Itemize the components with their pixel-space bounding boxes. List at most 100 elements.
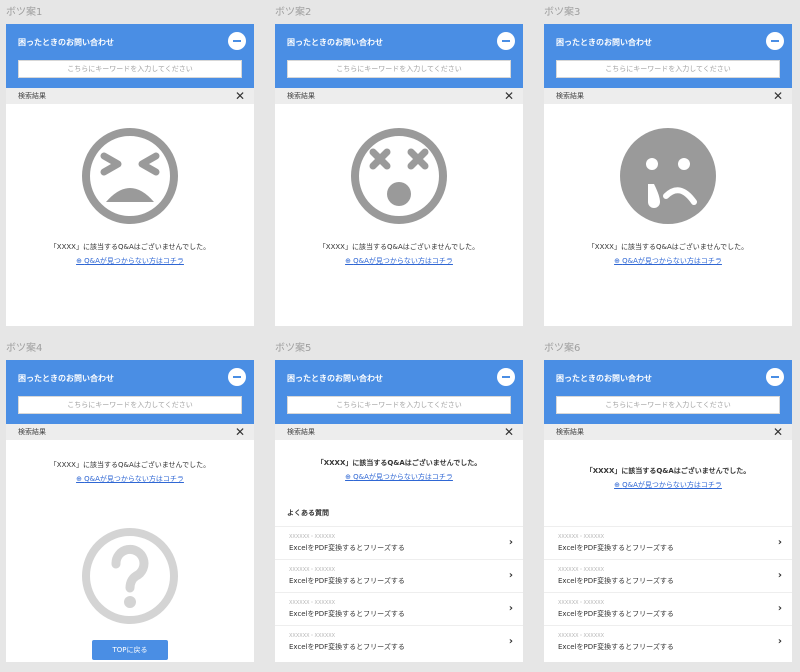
help-link-label: Q&Aが見つからない方はコチラ — [84, 257, 184, 265]
results-bar: 検索結果 ✕ — [544, 88, 792, 104]
results-label: 検索結果 — [18, 428, 46, 436]
chevron-right-icon: › — [508, 570, 513, 581]
header-title: 困ったときのお問い合わせ — [287, 38, 383, 47]
results-bar: 検索結果 ✕ — [6, 424, 254, 440]
chevron-right-icon: › — [777, 570, 782, 581]
minimize-button[interactable] — [766, 368, 784, 386]
search-input[interactable] — [556, 60, 780, 78]
faq-category: XXXXXX・XXXXXX — [289, 567, 336, 573]
faq-question: ExcelをPDF変換するとフリーズする — [558, 610, 674, 618]
question-circle-icon — [82, 528, 178, 624]
faq-item[interactable]: XXXXXX・XXXXXX ExcelをPDF変換するとフリーズする › — [275, 592, 523, 625]
help-link-label: Q&Aが見つからない方はコチラ — [353, 257, 453, 265]
faq-category: XXXXXX・XXXXXX — [558, 534, 605, 540]
faq-item[interactable]: XXXXXX・XXXXXX ExcelをPDF変換するとフリーズする › — [544, 526, 792, 559]
search-input[interactable] — [287, 60, 511, 78]
help-link[interactable]: ⊕ Q&Aが見つからない方はコチラ — [544, 256, 792, 266]
help-link[interactable]: ⊕ Q&Aが見つからない方はコチラ — [544, 480, 792, 490]
variant-title: ボツ案6 — [544, 343, 581, 354]
header-title: 困ったときのお問い合わせ — [18, 374, 114, 383]
help-link-label: Q&Aが見つからない方はコチラ — [84, 475, 184, 483]
search-input[interactable] — [556, 396, 780, 414]
chat-widget: 困ったときのお問い合わせ 検索結果 ✕ 「XXXX」に該当するQ&Aはございませ… — [275, 24, 523, 326]
faq-question: ExcelをPDF変換するとフリーズする — [289, 544, 405, 552]
no-result-message: 「XXXX」に該当するQ&Aはございませんでした。 — [49, 243, 211, 251]
help-link[interactable]: ⊕ Q&Aが見つからない方はコチラ — [275, 472, 523, 482]
faq-category: XXXXXX・XXXXXX — [289, 600, 336, 606]
chevron-right-icon: › — [777, 603, 782, 614]
variant-title: ボツ案1 — [6, 7, 43, 18]
faq-item[interactable]: XXXXXX・XXXXXX ExcelをPDF変換するとフリーズする › — [275, 625, 523, 658]
close-icon[interactable]: ✕ — [235, 425, 245, 439]
results-label: 検索結果 — [18, 92, 46, 100]
help-link[interactable]: ⊕ Q&Aが見つからない方はコチラ — [6, 256, 254, 266]
faq-category: XXXXXX・XXXXXX — [289, 633, 336, 639]
faq-question: ExcelをPDF変換するとフリーズする — [289, 610, 405, 618]
help-link-label: Q&Aが見つからない方はコチラ — [353, 473, 453, 481]
faq-item[interactable]: XXXXXX・XXXXXX ExcelをPDF変換するとフリーズする › — [275, 559, 523, 592]
header-title: 困ったときのお問い合わせ — [18, 38, 114, 47]
faq-question: ExcelをPDF変換するとフリーズする — [289, 643, 405, 651]
widget-header: 困ったときのお問い合わせ — [275, 24, 523, 88]
variant-title: ボツ案5 — [275, 343, 312, 354]
chat-widget: 困ったときのお問い合わせ 検索結果 ✕ 「XXXX」に該当するQ&Aはございませ… — [275, 360, 523, 662]
results-bar: 検索結果 ✕ — [544, 424, 792, 440]
results-bar: 検索結果 ✕ — [275, 424, 523, 440]
variant-title: ボツ案4 — [6, 343, 43, 354]
results-label: 検索結果 — [287, 428, 315, 436]
dizzy-face-icon — [351, 128, 447, 224]
header-title: 困ったときのお問い合わせ — [287, 374, 383, 383]
widget-header: 困ったときのお問い合わせ — [544, 360, 792, 424]
faq-question: ExcelをPDF変換するとフリーズする — [289, 577, 405, 585]
help-link-label: Q&Aが見つからない方はコチラ — [622, 481, 722, 489]
chevron-right-icon: › — [777, 636, 782, 647]
faq-item[interactable]: XXXXXX・XXXXXX ExcelをPDF変換するとフリーズする › — [275, 526, 523, 559]
results-label: 検索結果 — [556, 92, 584, 100]
chat-widget: 困ったときのお問い合わせ 検索結果 ✕ 「XXXX」に該当するQ&Aはございませ… — [6, 360, 254, 662]
faq-category: XXXXXX・XXXXXX — [558, 633, 605, 639]
help-link[interactable]: ⊕ Q&Aが見つからない方はコチラ — [275, 256, 523, 266]
results-bar: 検索結果 ✕ — [275, 88, 523, 104]
help-link-label: Q&Aが見つからない方はコチラ — [622, 257, 722, 265]
minimize-button[interactable] — [766, 32, 784, 50]
search-input[interactable] — [18, 396, 242, 414]
help-link[interactable]: ⊕ Q&Aが見つからない方はコチラ — [6, 474, 254, 484]
minimize-button[interactable] — [497, 368, 515, 386]
close-icon[interactable]: ✕ — [235, 89, 245, 103]
results-bar: 検索結果 ✕ — [6, 88, 254, 104]
results-label: 検索結果 — [556, 428, 584, 436]
minimize-button[interactable] — [228, 368, 246, 386]
close-icon[interactable]: ✕ — [773, 425, 783, 439]
results-label: 検索結果 — [287, 92, 315, 100]
chat-widget: 困ったときのお問い合わせ 検索結果 ✕ 「XXXX」に該当するQ&Aはございませ… — [544, 360, 792, 662]
faq-category: XXXXXX・XXXXXX — [289, 534, 336, 540]
faq-item[interactable]: XXXXXX・XXXXXX ExcelをPDF変換するとフリーズする › — [544, 592, 792, 625]
faq-category: XXXXXX・XXXXXX — [558, 600, 605, 606]
variant-title: ボツ案3 — [544, 7, 581, 18]
close-icon[interactable]: ✕ — [504, 425, 514, 439]
chevron-right-icon: › — [508, 603, 513, 614]
chevron-right-icon: › — [508, 537, 513, 548]
faq-item[interactable]: XXXXXX・XXXXXX ExcelをPDF変換するとフリーズする › — [544, 625, 792, 658]
search-input[interactable] — [287, 396, 511, 414]
crying-face-icon — [620, 128, 716, 224]
chevron-right-icon: › — [777, 537, 782, 548]
minimize-button[interactable] — [497, 32, 515, 50]
faq-question: ExcelをPDF変換するとフリーズする — [558, 643, 674, 651]
header-title: 困ったときのお問い合わせ — [556, 38, 652, 47]
widget-header: 困ったときのお問い合わせ — [275, 360, 523, 424]
close-icon[interactable]: ✕ — [504, 89, 514, 103]
close-icon[interactable]: ✕ — [773, 89, 783, 103]
minimize-button[interactable] — [228, 32, 246, 50]
no-result-message: 「XXXX」に該当するQ&Aはございませんでした。 — [318, 243, 480, 251]
no-result-message: 「XXXX」に該当するQ&Aはございませんでした。 — [585, 467, 751, 475]
back-to-top-button[interactable]: TOPに戻る — [92, 640, 168, 660]
header-title: 困ったときのお問い合わせ — [556, 374, 652, 383]
widget-header: 困ったときのお問い合わせ — [544, 24, 792, 88]
chat-widget: 困ったときのお問い合わせ 検索結果 ✕ 「XXXX」に該当するQ&Aはございませ… — [6, 24, 254, 326]
faq-question: ExcelをPDF変換するとフリーズする — [558, 544, 674, 552]
widget-header: 困ったときのお問い合わせ — [6, 24, 254, 88]
no-result-message: 「XXXX」に該当するQ&Aはございませんでした。 — [587, 243, 749, 251]
search-input[interactable] — [18, 60, 242, 78]
faq-item[interactable]: XXXXXX・XXXXXX ExcelをPDF変換するとフリーズする › — [544, 559, 792, 592]
